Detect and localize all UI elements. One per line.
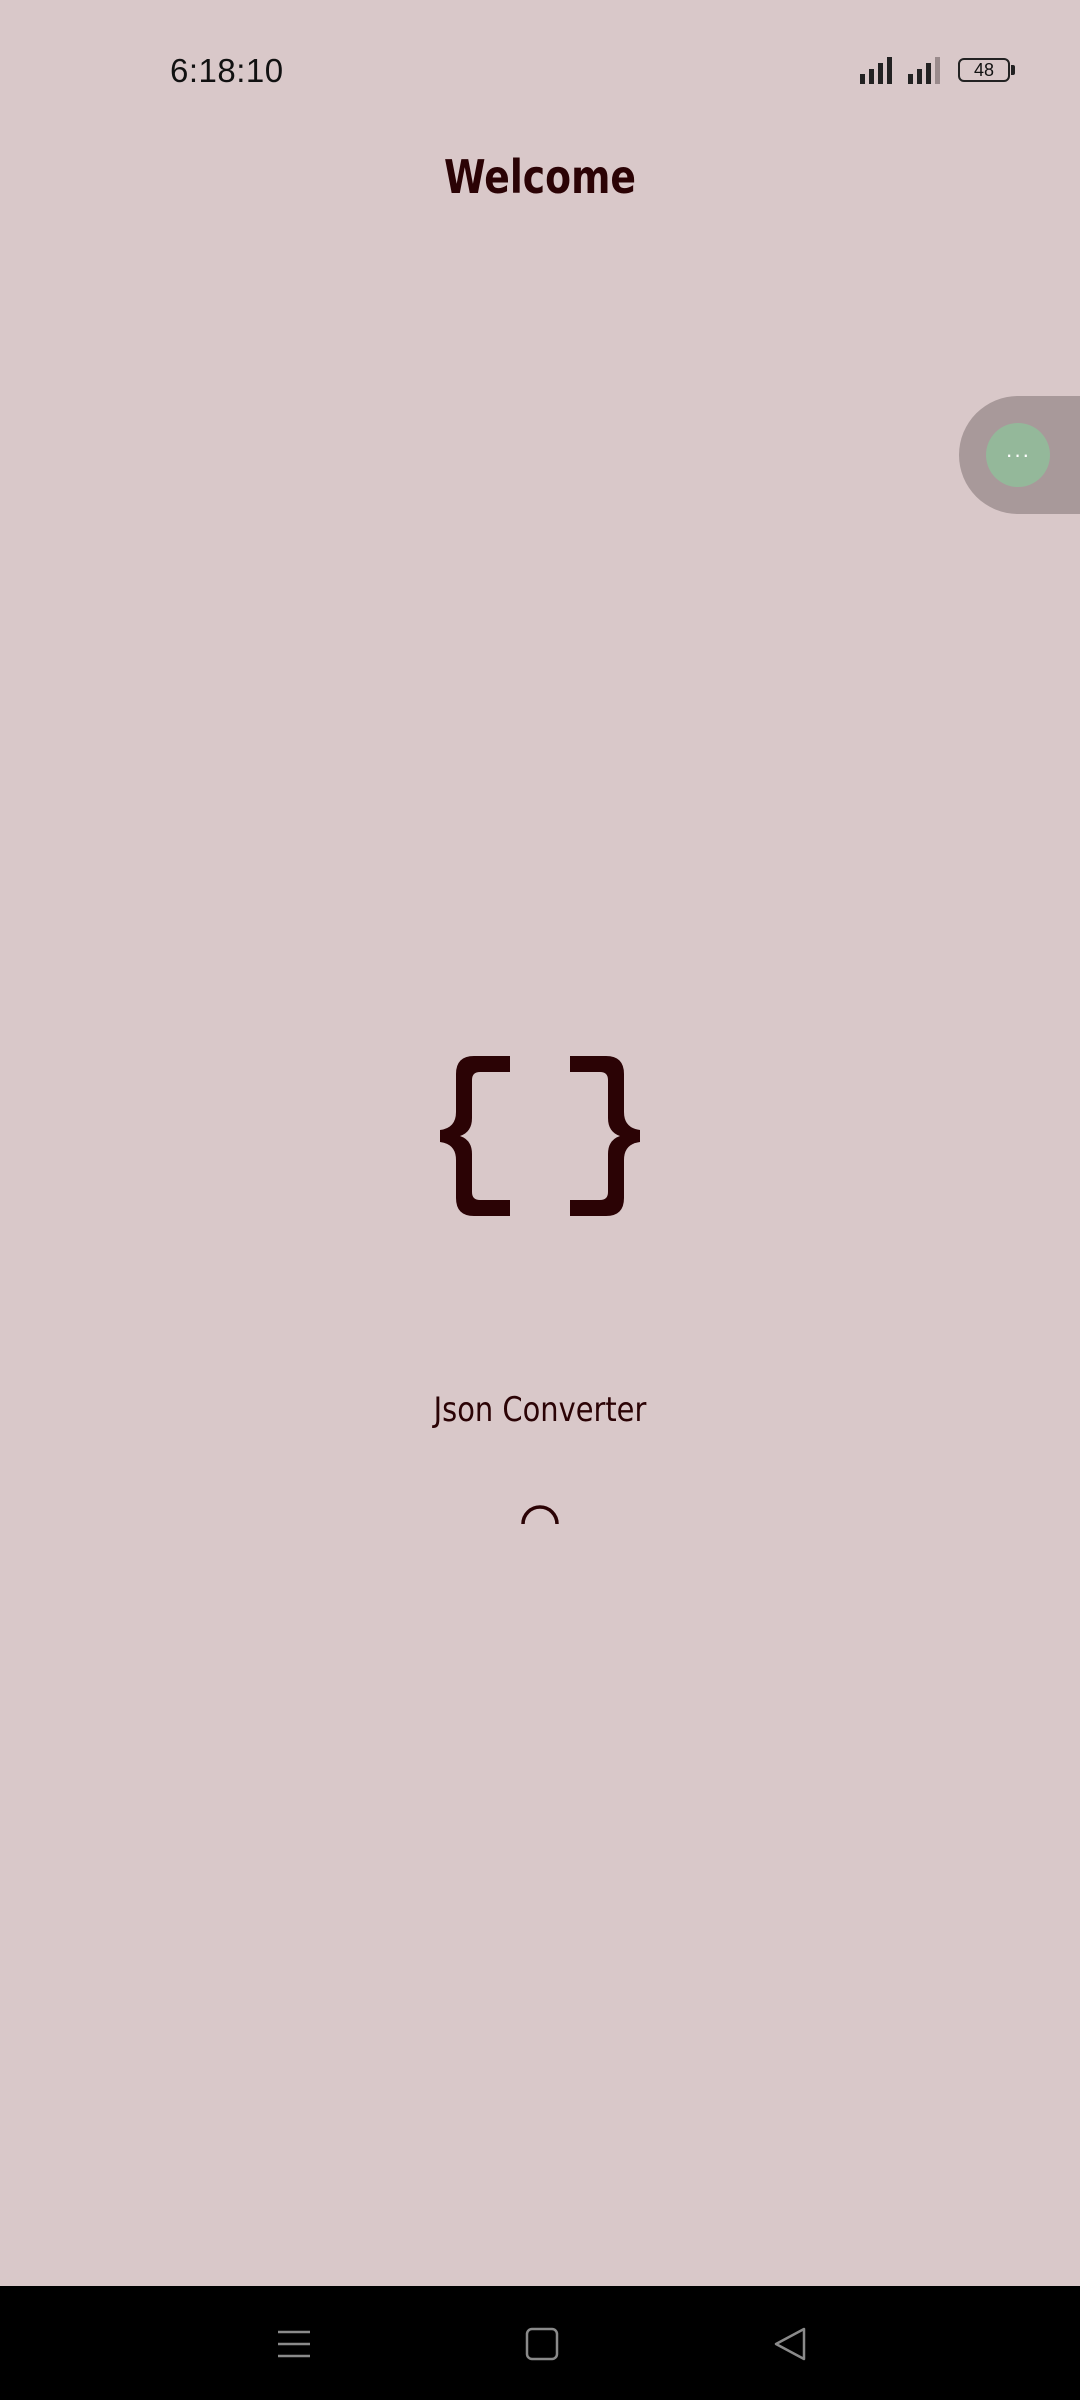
more-dots-icon: ···: [1005, 442, 1031, 467]
battery-tip: [1011, 65, 1015, 75]
splash-screen: 6:18:10 48 Welcome ··· Json Converter: [0, 0, 1080, 2286]
app-name: Json Converter: [433, 1390, 647, 1430]
floating-assistant-button[interactable]: ···: [986, 423, 1050, 487]
signal-icon: [908, 57, 940, 84]
status-bar: 6:18:10 48: [0, 0, 1080, 140]
page-title: Welcome: [444, 150, 636, 204]
loading-spinner-icon: [521, 1505, 559, 1525]
menu-icon[interactable]: [266, 2316, 322, 2372]
battery-icon: 48: [958, 58, 1010, 82]
battery-level: 48: [973, 59, 995, 80]
status-time: 6:18:10: [170, 52, 284, 89]
back-icon[interactable]: [762, 2316, 818, 2372]
home-icon[interactable]: [514, 2316, 570, 2372]
signal-icon: [860, 57, 892, 84]
curly-braces-icon: [440, 1056, 640, 1216]
navigation-bar: [0, 2286, 1080, 2400]
